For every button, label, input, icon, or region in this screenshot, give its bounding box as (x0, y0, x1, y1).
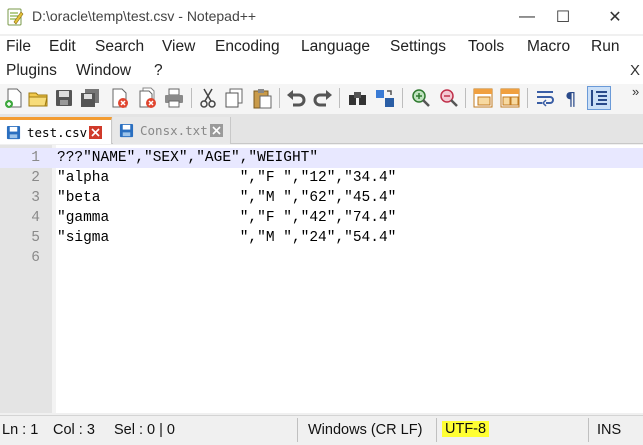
title-bar: D:\oracle\temp\test.csv - Notepad++ — ☐ … (0, 0, 643, 34)
line-text[interactable]: ???"NAME","SEX","AGE","WEIGHT" (57, 148, 318, 168)
text-editor[interactable]: 1 ???"NAME","SEX","AGE","WEIGHT" 2 "alph… (0, 145, 643, 413)
editor-line[interactable]: 4 "gamma ","F ","42","74.4" (0, 208, 643, 228)
line-number: 3 (31, 190, 40, 206)
sync-vertical-icon[interactable] (472, 87, 494, 109)
find-icon[interactable] (347, 87, 369, 109)
close-document-button[interactable]: X (630, 62, 640, 79)
status-bar: Ln : 1 Col : 3 Sel : 0 | 0 Windows (CR L… (0, 415, 643, 445)
paste-icon[interactable] (251, 87, 273, 109)
open-file-icon[interactable] (27, 87, 49, 109)
status-line: Ln : 1 (2, 422, 39, 438)
tab-consx-txt[interactable]: Consx.txt (113, 117, 231, 144)
line-number: 6 (31, 250, 40, 266)
close-tab-icon[interactable] (209, 124, 223, 137)
cut-icon[interactable] (197, 87, 219, 109)
redo-icon[interactable] (312, 87, 334, 109)
zoom-in-icon[interactable] (409, 87, 431, 109)
editor-line[interactable]: 2 "alpha ","F ","12","34.4" (0, 168, 643, 188)
menu-encoding[interactable]: Encoding (215, 38, 280, 56)
toolbar: ¶ » (0, 84, 643, 114)
status-encoding[interactable]: UTF-8 (442, 421, 490, 437)
show-all-chars-icon[interactable]: ¶ (561, 87, 583, 109)
toolbar-separator (527, 88, 528, 108)
zoom-out-icon[interactable] (437, 87, 459, 109)
line-text[interactable]: "sigma ","M ","24","54.4" (57, 228, 396, 248)
save-icon[interactable] (53, 87, 75, 109)
line-number: 5 (31, 230, 40, 246)
menu-bar: File Edit Search View Encoding Language … (0, 36, 643, 84)
window-title: D:\oracle\temp\test.csv - Notepad++ (32, 8, 257, 24)
status-eol[interactable]: Windows (CR LF) (308, 422, 422, 438)
close-window-button[interactable]: ✕ (592, 0, 638, 34)
menu-tools[interactable]: Tools (468, 38, 504, 56)
menu-edit[interactable]: Edit (49, 38, 76, 56)
toolbar-separator (191, 88, 192, 108)
save-icon (6, 125, 21, 139)
tab-bar: test.csv Consx.txt (0, 114, 643, 144)
toolbar-separator (339, 88, 340, 108)
editor-line[interactable]: 5 "sigma ","M ","24","54.4" (0, 228, 643, 248)
menu-help[interactable]: ? (154, 62, 163, 80)
status-separator (436, 418, 437, 442)
menu-run[interactable]: Run (591, 38, 619, 56)
sync-horizontal-icon[interactable] (499, 87, 521, 109)
print-icon[interactable] (163, 87, 185, 109)
menu-plugins[interactable]: Plugins (6, 62, 57, 80)
indent-guide-icon[interactable] (587, 86, 611, 110)
copy-icon[interactable] (223, 87, 245, 109)
status-selection: Sel : 0 | 0 (114, 422, 175, 438)
svg-text:¶: ¶ (565, 89, 576, 109)
line-number: 1 (31, 150, 40, 166)
status-insert-mode[interactable]: INS (597, 422, 621, 438)
line-text[interactable]: "alpha ","F ","12","34.4" (57, 168, 396, 188)
menu-search[interactable]: Search (95, 38, 144, 56)
line-text[interactable]: "gamma ","F ","42","74.4" (57, 208, 396, 228)
close-icon[interactable] (109, 87, 131, 109)
menu-settings[interactable]: Settings (390, 38, 446, 56)
toolbar-overflow-button[interactable]: » (632, 84, 639, 99)
maximize-button[interactable]: ☐ (540, 0, 586, 34)
menu-window[interactable]: Window (76, 62, 131, 80)
status-separator (297, 418, 298, 442)
word-wrap-icon[interactable] (534, 87, 556, 109)
menu-language[interactable]: Language (301, 38, 370, 56)
editor-line[interactable]: 6 (0, 248, 643, 268)
status-column: Col : 3 (53, 422, 95, 438)
notepad-plus-plus-icon (7, 8, 24, 26)
editor-line[interactable]: 1 ???"NAME","SEX","AGE","WEIGHT" (0, 148, 643, 168)
editor-line[interactable]: 3 "beta ","M ","62","45.4" (0, 188, 643, 208)
menu-file[interactable]: File (6, 38, 31, 56)
menu-macro[interactable]: Macro (527, 38, 570, 56)
tab-label: Consx.txt (140, 123, 208, 138)
save-icon (119, 123, 134, 138)
close-tab-icon[interactable] (89, 125, 103, 139)
line-number: 2 (31, 170, 40, 186)
tab-test-csv[interactable]: test.csv (0, 117, 112, 144)
undo-icon[interactable] (285, 87, 307, 109)
toolbar-separator (402, 88, 403, 108)
save-all-icon[interactable] (79, 87, 101, 109)
line-number: 4 (31, 210, 40, 226)
status-separator (588, 418, 589, 442)
tab-label: test.csv (27, 124, 88, 140)
toolbar-separator (465, 88, 466, 108)
menu-view[interactable]: View (162, 38, 195, 56)
new-file-icon[interactable] (3, 87, 25, 109)
close-all-icon[interactable] (137, 87, 159, 109)
line-text[interactable]: "beta ","M ","62","45.4" (57, 188, 396, 208)
toolbar-separator (279, 88, 280, 108)
replace-icon[interactable] (374, 87, 396, 109)
